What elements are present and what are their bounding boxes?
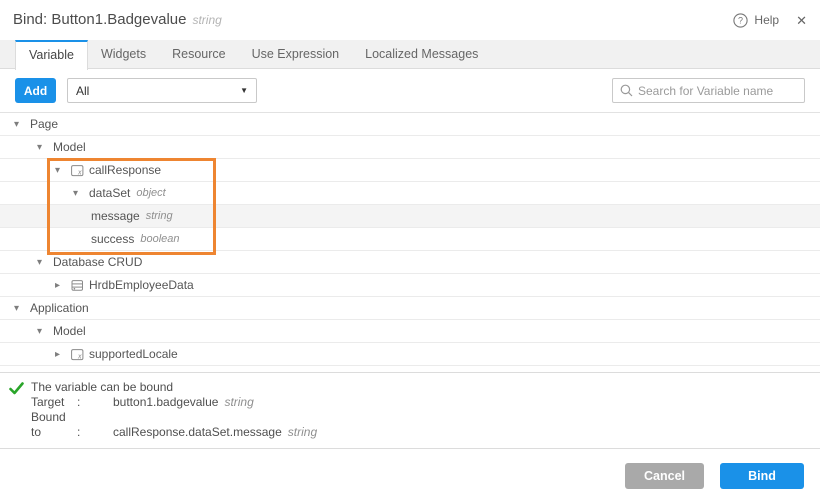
status-message: The variable can be bound — [31, 380, 820, 395]
dialog-title-type: string — [192, 13, 221, 27]
bind-status-panel: The variable can be bound Target:button1… — [0, 372, 820, 449]
status-boundto-type: string — [288, 425, 317, 439]
status-boundto-label: Bound to — [31, 410, 77, 440]
tree-row-page[interactable]: ▾ Page — [0, 113, 820, 136]
tree-row-label: HrdbEmployeeData — [89, 278, 194, 292]
dialog-footer: Cancel Bind — [0, 449, 820, 489]
tree-row-hrdbemployeedata[interactable]: ▸ HrdbEmployeeData — [0, 274, 820, 297]
tree-row-application[interactable]: ▾ Application — [0, 297, 820, 320]
search-box — [612, 78, 805, 103]
dialog-title: Bind: Button1.Badgevalue string — [13, 11, 222, 28]
dialog-header: Bind: Button1.Badgevalue string ? Help ✕ — [0, 0, 820, 40]
tree-row-label: Model — [53, 324, 86, 338]
variable-tree: ▾ Page ▾ Model ▾ x callResponse ▾ dataSe… — [0, 112, 820, 366]
close-icon[interactable]: ✕ — [796, 14, 807, 27]
help-icon: ? — [733, 13, 748, 28]
tree-row-app-model[interactable]: ▾ Model — [0, 320, 820, 343]
status-boundto-row: Bound to:callResponse.dataSet.message str… — [31, 410, 820, 440]
database-icon — [71, 279, 84, 292]
dialog-title-text: Bind: Button1.Badgevalue — [13, 11, 186, 28]
caret-down-icon[interactable]: ▾ — [55, 165, 71, 176]
tab-use-expression[interactable]: Use Expression — [239, 40, 353, 69]
status-target-type: string — [224, 395, 253, 409]
tab-widgets[interactable]: Widgets — [88, 40, 159, 69]
variable-icon: x — [71, 348, 84, 361]
status-separator: : — [77, 425, 113, 440]
help-button[interactable]: ? Help — [733, 13, 779, 28]
caret-down-icon[interactable]: ▾ — [37, 142, 53, 153]
tree-row-type: string — [146, 210, 173, 222]
tree-row-label: Model — [53, 140, 86, 154]
tree-row-type: object — [136, 187, 165, 199]
tree-row-label: Page — [30, 117, 58, 131]
status-target-row: Target:button1.badgevalue string — [31, 395, 820, 410]
status-boundto-value: callResponse.dataSet.message — [113, 425, 282, 439]
search-icon — [620, 84, 633, 97]
tree-row-model[interactable]: ▾ Model — [0, 136, 820, 159]
caret-right-icon[interactable]: ▸ — [55, 280, 71, 291]
toolbar: Add All ▼ — [0, 69, 820, 112]
tree-row-callresponse[interactable]: ▾ x callResponse — [0, 159, 820, 182]
variable-filter-select[interactable]: All ▼ — [67, 78, 257, 103]
caret-down-icon[interactable]: ▾ — [73, 188, 89, 199]
variable-icon: x — [71, 164, 84, 177]
svg-text:x: x — [77, 353, 82, 360]
tab-resource[interactable]: Resource — [159, 40, 239, 69]
status-target-label: Target — [31, 395, 77, 410]
caret-right-icon[interactable]: ▸ — [55, 349, 71, 360]
tree-row-label: dataSet — [89, 186, 130, 200]
tab-variable[interactable]: Variable — [15, 40, 88, 70]
caret-down-icon[interactable]: ▾ — [37, 326, 53, 337]
tree-row-label: supportedLocale — [89, 347, 178, 361]
caret-down-icon[interactable]: ▾ — [14, 303, 30, 314]
tree-row-supportedlocale[interactable]: ▸ x supportedLocale — [0, 343, 820, 366]
status-separator: : — [77, 395, 113, 410]
caret-down-icon[interactable]: ▾ — [14, 119, 30, 130]
tree-row-label: callResponse — [89, 163, 161, 177]
tree-row-message[interactable]: message string — [0, 205, 820, 228]
tree-row-label: message — [91, 209, 140, 223]
bind-dialog: Bind: Button1.Badgevaluestring ? Help ✕ … — [0, 0, 820, 489]
caret-down-icon[interactable]: ▾ — [37, 257, 53, 268]
filter-selected-value: All — [76, 84, 89, 98]
success-check-icon — [9, 382, 24, 395]
tab-bar: Variable Widgets Resource Use Expression… — [0, 40, 820, 69]
tree-row-dataset[interactable]: ▾ dataSet object — [0, 182, 820, 205]
tree-row-database-crud[interactable]: ▾ Database CRUD — [0, 251, 820, 274]
add-button[interactable]: Add — [15, 78, 56, 103]
search-input[interactable] — [638, 84, 797, 98]
tree-row-type: boolean — [140, 233, 179, 245]
tab-localized-messages[interactable]: Localized Messages — [352, 40, 491, 69]
svg-text:?: ? — [738, 15, 743, 25]
dropdown-arrow-icon: ▼ — [240, 86, 248, 95]
status-target-value: button1.badgevalue — [113, 395, 218, 409]
svg-text:x: x — [77, 169, 82, 176]
tree-row-label: success — [91, 232, 134, 246]
help-label: Help — [754, 13, 779, 27]
bind-button[interactable]: Bind — [720, 463, 804, 489]
cancel-button[interactable]: Cancel — [625, 463, 704, 489]
tree-row-label: Application — [30, 301, 89, 315]
tree-row-label: Database CRUD — [53, 255, 142, 269]
tree-row-success[interactable]: success boolean — [0, 228, 820, 251]
